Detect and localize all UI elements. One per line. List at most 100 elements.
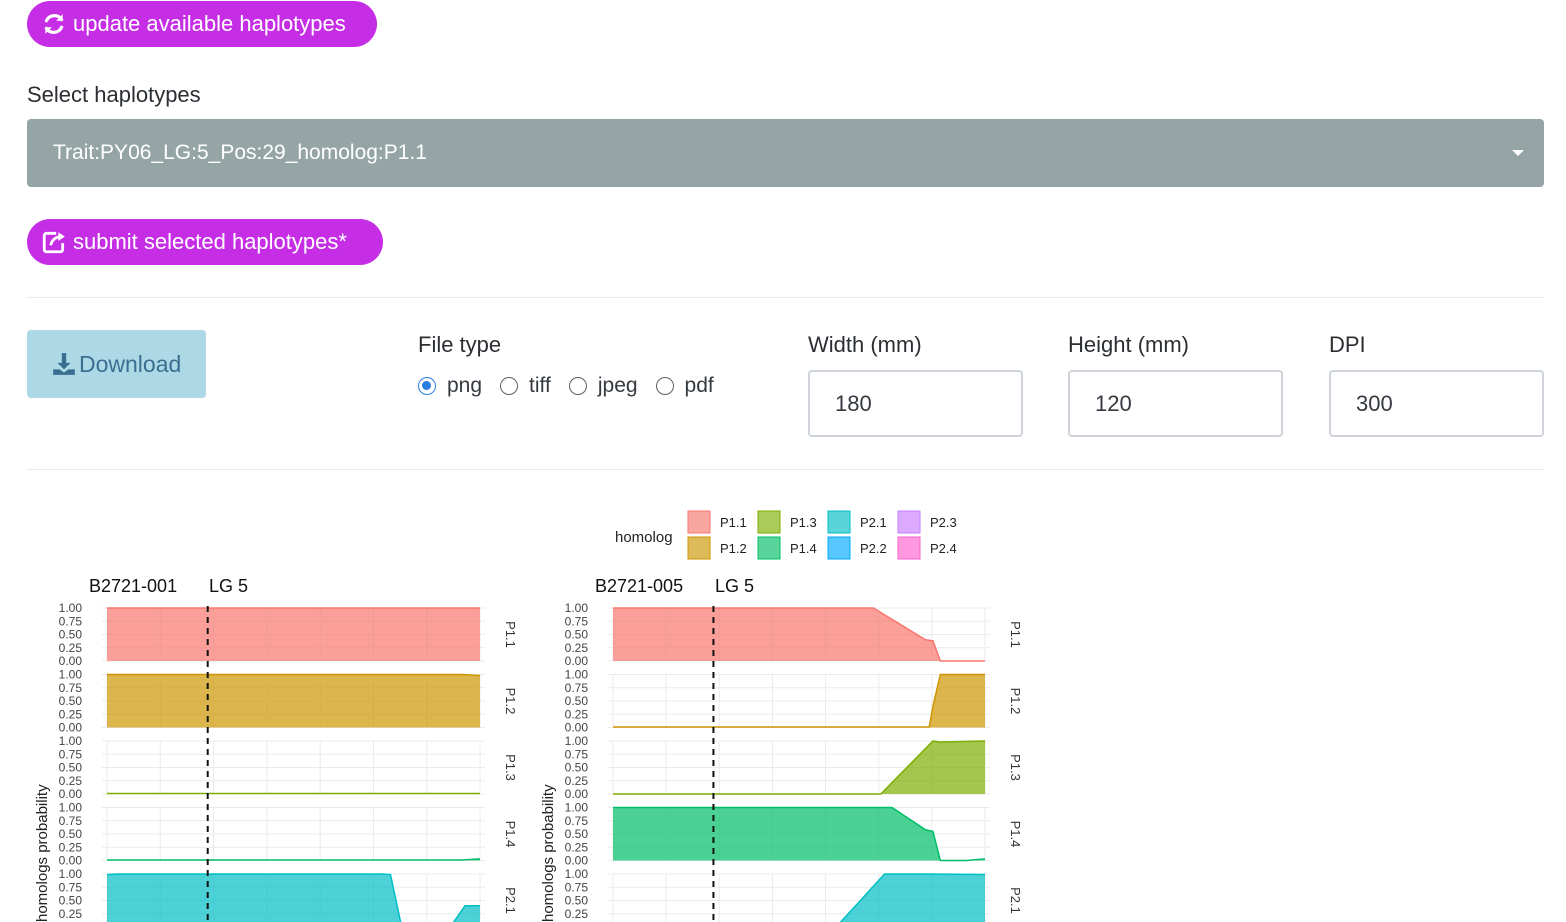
y-tick-label: 0.50 <box>565 628 589 642</box>
y-tick-label: 0.75 <box>565 880 589 894</box>
panel-individual-title: B2721-005 <box>595 576 683 596</box>
radio-jpeg-label: jpeg <box>597 374 638 397</box>
y-tick-label: 1.00 <box>565 801 589 815</box>
y-tick-label: 0.00 <box>59 654 83 668</box>
y-axis-label: homologs probability <box>34 784 51 922</box>
y-tick-label: 0.25 <box>59 907 83 921</box>
dpi-label: DPI <box>1329 332 1366 357</box>
radio-tiff-dot[interactable] <box>500 377 519 395</box>
select-haplotypes-label: Select haplotypes <box>27 82 201 107</box>
radio-png-label: png <box>447 374 483 397</box>
radio-jpeg-dot[interactable] <box>568 377 587 395</box>
strip-label: P1.1 <box>1008 621 1023 648</box>
y-tick-label: 0.75 <box>59 614 83 628</box>
legend-entry-label: P2.4 <box>930 541 957 556</box>
dpi-input[interactable]: 300 <box>1329 370 1544 437</box>
legend-entry-label: P1.2 <box>720 541 747 556</box>
y-tick-label: 1.00 <box>59 668 83 682</box>
y-tick-label: 0.00 <box>59 787 83 801</box>
series-area <box>613 807 985 861</box>
submit-haplotypes-button[interactable]: submit selected haplotypes* <box>27 219 383 265</box>
series-area <box>840 874 985 922</box>
legend-title: homolog <box>615 529 673 546</box>
y-axis-label: homologs probability <box>540 784 557 922</box>
radio-png-dot[interactable] <box>418 377 436 395</box>
y-tick-label: 1.00 <box>59 734 83 748</box>
y-tick-label: 0.25 <box>59 641 83 655</box>
share-icon <box>42 231 65 254</box>
y-tick-label: 0.50 <box>59 694 83 708</box>
legend-key <box>897 510 921 534</box>
y-tick-label: 0.00 <box>59 854 83 868</box>
file-type-radio-group[interactable]: png tiff jpeg pdf <box>418 372 732 400</box>
y-tick-label: 0.50 <box>59 628 83 642</box>
haplotype-select[interactable]: Trait:PY06_LG:5_Pos:29_homolog:P1.1 <box>27 119 1544 187</box>
chevron-down-icon[interactable] <box>1512 150 1524 156</box>
radio-tiff-label: tiff <box>529 374 551 397</box>
update-haplotypes-label: update available haplotypes <box>73 11 346 36</box>
y-tick-label: 1.00 <box>59 801 83 815</box>
series-line <box>107 858 481 861</box>
legend-entry-label: P2.2 <box>860 541 887 556</box>
y-tick-label: 0.00 <box>565 787 589 801</box>
legend-key <box>827 510 851 534</box>
y-tick-label: 0.25 <box>565 840 589 854</box>
y-tick-label: 0.50 <box>565 761 589 775</box>
width-label: Width (mm) <box>808 332 922 357</box>
download-icon <box>53 353 75 375</box>
y-tick-label: 1.00 <box>565 601 589 615</box>
legend-key <box>687 510 711 534</box>
update-haplotypes-button[interactable]: update available haplotypes <box>27 1 377 47</box>
facet-strip: 1.000.750.500.250.00P2.1 <box>565 867 1023 922</box>
y-tick-label: 0.25 <box>59 840 83 854</box>
legend-key <box>687 536 711 560</box>
y-tick-label: 0.75 <box>565 681 589 695</box>
legend-key <box>897 536 921 560</box>
file-type-label: File type <box>418 332 502 357</box>
facet-strip: 1.000.750.500.250.00P2.1 <box>59 867 518 922</box>
strip-label: P1.4 <box>503 821 518 848</box>
strip-label: P1.2 <box>503 688 518 715</box>
y-tick-label: 0.25 <box>59 774 83 788</box>
y-tick-label: 0.50 <box>565 894 589 908</box>
radio-pdf-dot[interactable] <box>655 377 674 395</box>
y-tick-label: 0.25 <box>59 707 83 721</box>
legend-entry-label: P2.1 <box>860 515 887 530</box>
facet-strip: 1.000.750.500.250.00 P1.1 <box>59 601 518 668</box>
legend-key <box>757 510 781 534</box>
facet-panel: B2721-001 LG 5homologs probability1.000.7… <box>34 576 518 922</box>
height-input[interactable]: 120 <box>1068 370 1283 437</box>
radio-jpeg[interactable]: jpeg <box>568 374 638 398</box>
y-tick-label: 0.25 <box>565 707 589 721</box>
facet-strip: 1.000.750.500.250.00 P1.2 <box>565 668 1023 735</box>
download-label: Download <box>79 350 182 377</box>
refresh-icon <box>44 14 64 34</box>
plot-panels: B2721-001 LG 5homologs probability1.000.7… <box>34 576 1023 922</box>
y-tick-label: 0.75 <box>59 681 83 695</box>
series-area <box>107 874 480 922</box>
y-tick-label: 0.25 <box>565 774 589 788</box>
haplotype-probability-plot: homologP1.1P1.2P1.3P1.4P2.1P2.2P2.3P2.4 … <box>34 510 1023 922</box>
strip-label: P1.3 <box>1008 754 1023 781</box>
y-tick-label: 0.50 <box>565 694 589 708</box>
y-tick-label: 0.50 <box>59 761 83 775</box>
y-tick-label: 1.00 <box>59 601 83 615</box>
legend-entry-label: P1.1 <box>720 515 747 530</box>
series-area <box>107 608 480 661</box>
radio-pdf[interactable]: pdf <box>655 374 714 398</box>
legend-entry-label: P2.3 <box>930 515 957 530</box>
download-button[interactable]: Download <box>27 330 206 398</box>
facet-strip: 1.000.750.500.250.00 P1.4 <box>59 801 518 868</box>
y-tick-label: 1.00 <box>565 668 589 682</box>
facet-strip: 1.000.750.500.250.00 P1.3 <box>565 734 1023 801</box>
y-tick-label: 0.50 <box>59 827 83 841</box>
y-tick-label: 0.75 <box>565 814 589 828</box>
y-tick-label: 0.00 <box>565 854 589 868</box>
radio-png[interactable]: png <box>418 374 482 398</box>
divider <box>27 469 1544 470</box>
y-tick-label: 0.50 <box>59 894 83 908</box>
radio-tiff[interactable]: tiff <box>500 374 551 398</box>
width-input[interactable]: 180 <box>808 370 1023 437</box>
y-tick-label: 0.75 <box>565 614 589 628</box>
radio-pdf-label: pdf <box>684 374 714 397</box>
